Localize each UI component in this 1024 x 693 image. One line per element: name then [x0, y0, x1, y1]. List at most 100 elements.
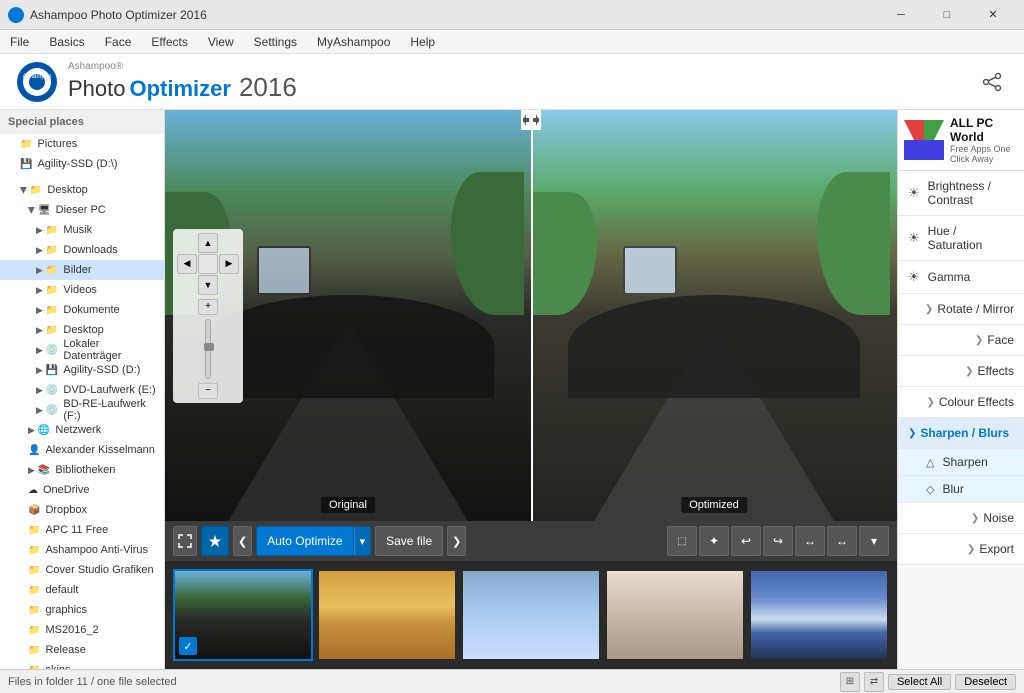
undo-button[interactable]: ↩ — [731, 526, 761, 556]
sidebar-item-musik[interactable]: ▶ 📁 Musik — [0, 220, 164, 240]
app-logo: Ashampoo Ashampoo® Photo Optimizer 2016 — [16, 61, 297, 103]
sidebar-item-onedrive[interactable]: ☁ OneDrive — [0, 480, 164, 500]
auto-optimize-button[interactable]: Auto Optimize — [256, 526, 353, 556]
sidebar-item-agility-d[interactable]: ▶ 💾 Agility-SSD (D:) — [0, 360, 164, 380]
sidebar-item-lokal[interactable]: ▶ 💿 Lokaler Datenträger — [0, 340, 164, 360]
sidebar-item-desktop[interactable]: ▶ 📁 Desktop — [0, 180, 164, 200]
status-list-button[interactable]: ⇄ — [864, 672, 884, 692]
expand-button[interactable] — [173, 526, 197, 556]
menu-effects[interactable]: Effects — [141, 30, 197, 54]
sidebar-item-bibliotheken[interactable]: ▶ 📚 Bibliotheken — [0, 460, 164, 480]
sidebar-item-bdr[interactable]: ▶ 💿 BD-RE-Laufwerk (F:) — [0, 400, 164, 420]
panel-item-rotate[interactable]: ❯ Rotate / Mirror — [898, 294, 1024, 325]
deselect-button[interactable]: Deselect — [955, 674, 1016, 690]
panel-sub-item-blur[interactable]: ◇ Blur — [898, 476, 1024, 503]
panel-sub-item-sharpen[interactable]: △ Sharpen — [898, 449, 1024, 476]
star2-button[interactable]: ✦ — [699, 526, 729, 556]
sidebar-item-desktop2[interactable]: ▶ 📁 Desktop — [0, 320, 164, 340]
ad-banner[interactable]: ALL PC World Free Apps One Click Away — [898, 110, 1024, 171]
prev-button[interactable]: ❮ — [233, 526, 252, 556]
share-button[interactable] — [976, 66, 1008, 98]
panel-item-export[interactable]: ❯ Export — [898, 534, 1024, 565]
filmstrip-thumb-1[interactable]: ✓ — [173, 569, 313, 661]
chevron-right-icon: ❯ — [965, 366, 973, 377]
sidebar-item-dropbox[interactable]: 📦 Dropbox — [0, 500, 164, 520]
select-rect-button[interactable]: ⬚ — [667, 526, 697, 556]
sidebar-item-alexander[interactable]: 👤 Alexander Kisselmann — [0, 440, 164, 460]
sidebar-item-dvd[interactable]: ▶ 💿 DVD-Laufwerk (E:) — [0, 380, 164, 400]
dropbox-icon: 📦 — [28, 505, 40, 516]
panel-item-brightness[interactable]: ☀ Brightness / Contrast — [898, 171, 1024, 216]
sidebar-item-skins[interactable]: 📁 skins — [0, 660, 164, 669]
zoom-in-button[interactable]: + — [198, 299, 218, 315]
minimize-button[interactable]: ─ — [878, 0, 924, 30]
nav-down-button[interactable]: ▼ — [198, 275, 218, 295]
nav-left-button[interactable]: ◀ — [177, 254, 197, 274]
compare-back-button[interactable]: ↔ — [827, 526, 857, 556]
star-icon — [208, 534, 222, 548]
nav-zoom: + − — [177, 299, 239, 399]
chevron-right-icon: ❯ — [926, 397, 934, 408]
expand-icon: ▶ — [26, 207, 37, 214]
filmstrip-thumb-2[interactable] — [317, 569, 457, 661]
sidebar-item-bilder[interactable]: ▶ 📁 Bilder — [0, 260, 164, 280]
status-thumb-button[interactable]: ⊞ — [840, 672, 860, 692]
sidebar-item-pictures[interactable]: 📁 Pictures — [0, 134, 164, 154]
panel-item-face[interactable]: ❯ Face — [898, 325, 1024, 356]
panel-item-effects[interactable]: ❯ Effects — [898, 356, 1024, 387]
menu-basics[interactable]: Basics — [39, 30, 94, 54]
next-button[interactable]: ❯ — [447, 526, 466, 556]
folder-icon: 📁 — [20, 139, 32, 150]
right-panel: ALL PC World Free Apps One Click Away ☀ … — [897, 110, 1024, 669]
menu-view[interactable]: View — [198, 30, 244, 54]
zoom-out-button[interactable]: − — [198, 383, 218, 399]
sidebar-item-dokumente[interactable]: ▶ 📁 Dokumente — [0, 300, 164, 320]
nav-up-button[interactable]: ▲ — [198, 233, 218, 253]
sidebar-item-cover[interactable]: 📁 Cover Studio Grafiken — [0, 560, 164, 580]
filmstrip-thumb-4[interactable] — [605, 569, 745, 661]
sidebar-item-ashampoo-av[interactable]: 📁 Ashampoo Anti-Virus — [0, 540, 164, 560]
expand-icon: ▶ — [28, 425, 35, 436]
menu-help[interactable]: Help — [400, 30, 445, 54]
select-all-button[interactable]: Select All — [888, 674, 951, 690]
menu-myashampoo[interactable]: MyAshampoo — [307, 30, 400, 54]
titlebar: Ashampoo Photo Optimizer 2016 ─ □ ✕ — [0, 0, 1024, 30]
sidebar-item-videos[interactable]: ▶ 📁 Videos — [0, 280, 164, 300]
image-viewer: ▲ ◀ ▶ ▼ + − Original — [165, 110, 897, 521]
panel-item-hue[interactable]: ☀ Hue / Saturation — [898, 216, 1024, 261]
panel-item-colour-effects[interactable]: ❯ Colour Effects — [898, 387, 1024, 418]
save-file-button[interactable]: Save file — [375, 526, 443, 556]
sidebar-item-netzwerk[interactable]: ▶ 🌐 Netzwerk — [0, 420, 164, 440]
more-button[interactable]: ▾ — [859, 526, 889, 556]
nav-center-button[interactable] — [198, 254, 218, 274]
auto-optimize-dropdown[interactable]: ▾ — [354, 526, 372, 556]
filmstrip-thumb-3[interactable] — [461, 569, 601, 661]
filmstrip-thumb-5[interactable] — [749, 569, 889, 661]
sidebar-item-graphics[interactable]: 📁 graphics — [0, 600, 164, 620]
main-layout: Special places 📁 Pictures 💾 Agility-SSD … — [0, 110, 1024, 669]
panel-item-gamma[interactable]: ☀ Gamma — [898, 261, 1024, 294]
close-button[interactable]: ✕ — [970, 0, 1016, 30]
split-line[interactable] — [531, 110, 533, 521]
split-handle[interactable] — [521, 110, 541, 130]
panel-item-sharpen-blurs[interactable]: ❯ Sharpen / Blurs — [898, 418, 1024, 449]
menu-face[interactable]: Face — [95, 30, 142, 54]
compare-button[interactable]: ↔ — [795, 526, 825, 556]
menu-settings[interactable]: Settings — [244, 30, 307, 54]
redo-button[interactable]: ↪ — [763, 526, 793, 556]
brightness-icon: ☀ — [908, 185, 920, 201]
sidebar-item-release[interactable]: 📁 Release — [0, 640, 164, 660]
sidebar-item-agility-ssd[interactable]: 💾 Agility-SSD (D:\) — [0, 154, 164, 174]
menu-file[interactable]: File — [0, 30, 39, 54]
sidebar-item-ms2016[interactable]: 📁 MS2016_2 — [0, 620, 164, 640]
nav-right-button[interactable]: ▶ — [219, 254, 239, 274]
panel-item-noise[interactable]: ❯ Noise — [898, 503, 1024, 534]
expand-icon — [178, 534, 192, 548]
sidebar-item-apc11[interactable]: 📁 APC 11 Free — [0, 520, 164, 540]
sidebar-item-downloads[interactable]: ▶ 📁 Downloads — [0, 240, 164, 260]
sidebar-item-default[interactable]: 📁 default — [0, 580, 164, 600]
sidebar-item-dieser-pc[interactable]: ▶ 🖥 Dieser PC — [0, 200, 164, 220]
zoom-track[interactable] — [205, 319, 211, 379]
maximize-button[interactable]: □ — [924, 0, 970, 30]
star-button[interactable] — [201, 526, 229, 556]
